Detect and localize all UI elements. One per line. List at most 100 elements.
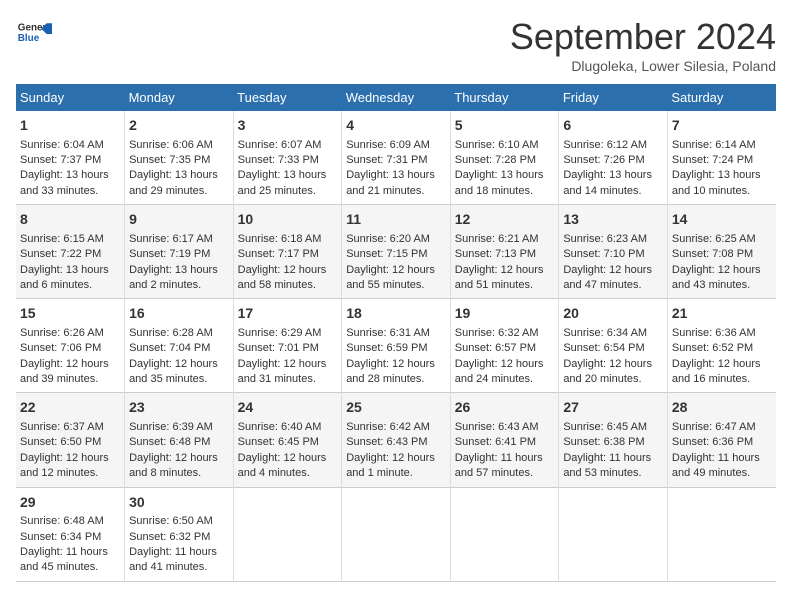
sunrise: Sunrise: 6:48 AM: [20, 515, 104, 527]
daylight: Daylight: 13 hours and 2 minutes.: [129, 264, 218, 291]
sunset: Sunset: 7:01 PM: [238, 342, 319, 354]
calendar-row: 22Sunrise: 6:37 AMSunset: 6:50 PMDayligh…: [16, 393, 776, 487]
day-number: 2: [129, 116, 229, 136]
sunset: Sunset: 6:45 PM: [238, 436, 319, 448]
sunset: Sunset: 6:57 PM: [455, 342, 536, 354]
calendar-table: Sunday Monday Tuesday Wednesday Thursday…: [16, 84, 776, 582]
day-number: 23: [129, 398, 229, 418]
day-number: 27: [563, 398, 663, 418]
daylight: Daylight: 12 hours and 16 minutes.: [672, 358, 761, 385]
daylight: Daylight: 12 hours and 4 minutes.: [238, 452, 327, 479]
sunset: Sunset: 7:13 PM: [455, 248, 536, 260]
day-number: 8: [20, 210, 120, 230]
header-thursday: Thursday: [450, 84, 559, 111]
daylight: Daylight: 12 hours and 51 minutes.: [455, 264, 544, 291]
calendar-row: 1Sunrise: 6:04 AMSunset: 7:37 PMDaylight…: [16, 111, 776, 205]
daylight: Daylight: 13 hours and 21 minutes.: [346, 169, 435, 196]
daylight: Daylight: 12 hours and 35 minutes.: [129, 358, 218, 385]
daylight: Daylight: 12 hours and 28 minutes.: [346, 358, 435, 385]
sunset: Sunset: 7:04 PM: [129, 342, 210, 354]
daylight: Daylight: 12 hours and 24 minutes.: [455, 358, 544, 385]
sunrise: Sunrise: 6:43 AM: [455, 421, 539, 433]
header-sunday: Sunday: [16, 84, 125, 111]
day-number: 15: [20, 304, 120, 324]
daylight: Daylight: 12 hours and 55 minutes.: [346, 264, 435, 291]
sunset: Sunset: 6:41 PM: [455, 436, 536, 448]
calendar-cell: 11Sunrise: 6:20 AMSunset: 7:15 PMDayligh…: [342, 205, 451, 299]
daylight: Daylight: 12 hours and 58 minutes.: [238, 264, 327, 291]
day-number: 26: [455, 398, 555, 418]
daylight: Daylight: 11 hours and 53 minutes.: [563, 452, 651, 479]
sunrise: Sunrise: 6:07 AM: [238, 139, 322, 151]
daylight: Daylight: 12 hours and 1 minute.: [346, 452, 435, 479]
sunset: Sunset: 7:31 PM: [346, 154, 427, 166]
calendar-cell: [450, 487, 559, 581]
calendar-row: 15 Sunrise: 6:26 AM Sunset: 7:06 PM Dayligh…: [16, 299, 776, 393]
calendar-cell: 6Sunrise: 6:12 AMSunset: 7:26 PMDaylight…: [559, 111, 668, 205]
day-number: 11: [346, 210, 446, 230]
header-saturday: Saturday: [667, 84, 776, 111]
sunrise: Sunrise: 6:18 AM: [238, 233, 322, 245]
sunset: Sunset: 6:36 PM: [672, 436, 753, 448]
day-number: 25: [346, 398, 446, 418]
day-number: 24: [238, 398, 338, 418]
header-row: Sunday Monday Tuesday Wednesday Thursday…: [16, 84, 776, 111]
sunrise: Sunrise: 6:39 AM: [129, 421, 213, 433]
sunrise: Sunrise: 6:40 AM: [238, 421, 322, 433]
logo-icon: General Blue: [16, 16, 52, 52]
sunrise: Sunrise: 6:26 AM: [20, 327, 104, 339]
calendar-cell: 13Sunrise: 6:23 AMSunset: 7:10 PMDayligh…: [559, 205, 668, 299]
sunset: Sunset: 6:32 PM: [129, 531, 210, 543]
day-number: 5: [455, 116, 555, 136]
sunset: Sunset: 7:22 PM: [20, 248, 101, 260]
sunset: Sunset: 7:17 PM: [238, 248, 319, 260]
calendar-cell: 25 Sunrise: 6:42 AM Sunset: 6:43 PM Dayligh…: [342, 393, 451, 487]
calendar-cell: 24 Sunrise: 6:40 AM Sunset: 6:45 PM Dayligh…: [233, 393, 342, 487]
calendar-cell: 9Sunrise: 6:17 AMSunset: 7:19 PMDaylight…: [125, 205, 234, 299]
day-number: 30: [129, 493, 229, 513]
sunset: Sunset: 7:35 PM: [129, 154, 210, 166]
sunset: Sunset: 7:15 PM: [346, 248, 427, 260]
day-number: 21: [672, 304, 772, 324]
sunrise: Sunrise: 6:15 AM: [20, 233, 104, 245]
daylight: Daylight: 13 hours and 6 minutes.: [20, 264, 109, 291]
day-number: 12: [455, 210, 555, 230]
sunrise: Sunrise: 6:45 AM: [563, 421, 647, 433]
daylight: Daylight: 12 hours and 31 minutes.: [238, 358, 327, 385]
sunset: Sunset: 7:26 PM: [563, 154, 644, 166]
daylight: Daylight: 11 hours and 57 minutes.: [455, 452, 543, 479]
logo: General Blue: [16, 16, 52, 52]
sunset: Sunset: 6:54 PM: [563, 342, 644, 354]
day-number: 18: [346, 304, 446, 324]
day-number: 16: [129, 304, 229, 324]
day-number: 7: [672, 116, 772, 136]
header-monday: Monday: [125, 84, 234, 111]
calendar-cell: 20Sunrise: 6:34 AMSunset: 6:54 PMDayligh…: [559, 299, 668, 393]
day-number: 9: [129, 210, 229, 230]
day-number: 3: [238, 116, 338, 136]
sunrise: Sunrise: 6:47 AM: [672, 421, 756, 433]
calendar-cell: 22Sunrise: 6:37 AMSunset: 6:50 PMDayligh…: [16, 393, 125, 487]
sunset: Sunset: 6:43 PM: [346, 436, 427, 448]
daylight: Daylight: 13 hours and 14 minutes.: [563, 169, 652, 196]
calendar-cell: 3Sunrise: 6:07 AMSunset: 7:33 PMDaylight…: [233, 111, 342, 205]
sunrise: Sunrise: 6:25 AM: [672, 233, 756, 245]
daylight: Daylight: 13 hours and 33 minutes.: [20, 169, 109, 196]
sunset: Sunset: 7:19 PM: [129, 248, 210, 260]
day-number: 13: [563, 210, 663, 230]
sunrise: Sunrise: 6:10 AM: [455, 139, 539, 151]
sunrise: Sunrise: 6:29 AM: [238, 327, 322, 339]
sunset: Sunset: 7:06 PM: [20, 342, 101, 354]
day-number: 4: [346, 116, 446, 136]
sunrise: Sunrise: 6:50 AM: [129, 515, 213, 527]
day-number: 1: [20, 116, 120, 136]
calendar-cell: 10Sunrise: 6:18 AMSunset: 7:17 PMDayligh…: [233, 205, 342, 299]
sunrise: Sunrise: 6:09 AM: [346, 139, 430, 151]
title-block: September 2024 Dlugoleka, Lower Silesia,…: [510, 16, 776, 74]
daylight: Daylight: 13 hours and 18 minutes.: [455, 169, 544, 196]
sunset: Sunset: 6:52 PM: [672, 342, 753, 354]
sunrise: Sunrise: 6:42 AM: [346, 421, 430, 433]
daylight: Daylight: 13 hours and 29 minutes.: [129, 169, 218, 196]
day-number: 19: [455, 304, 555, 324]
location-subtitle: Dlugoleka, Lower Silesia, Poland: [510, 58, 776, 74]
